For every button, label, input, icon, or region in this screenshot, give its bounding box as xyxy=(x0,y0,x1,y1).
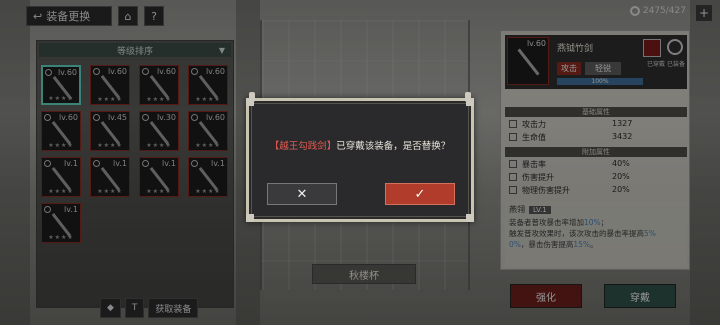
dialog-message: 【越王勾践剑】已穿戴该装备，是否替换？ xyxy=(249,138,471,152)
close-icon: ✕ xyxy=(296,186,308,202)
dialog-item-name: 【越王勾践剑】 xyxy=(269,141,337,152)
cancel-button[interactable]: ✕ xyxy=(267,183,337,205)
corner-ornament xyxy=(466,98,474,106)
corner-ornament xyxy=(466,214,474,222)
corner-ornament xyxy=(246,214,254,222)
check-icon: ✓ xyxy=(414,186,426,202)
confirm-button[interactable]: ✓ xyxy=(385,183,455,205)
corner-ornament xyxy=(246,98,254,106)
dialog-text: 已穿戴该装备，是否替换？ xyxy=(336,141,451,152)
replace-confirm-dialog: 【越王勾践剑】已穿戴该装备，是否替换？ ✕ ✓ xyxy=(246,92,474,222)
